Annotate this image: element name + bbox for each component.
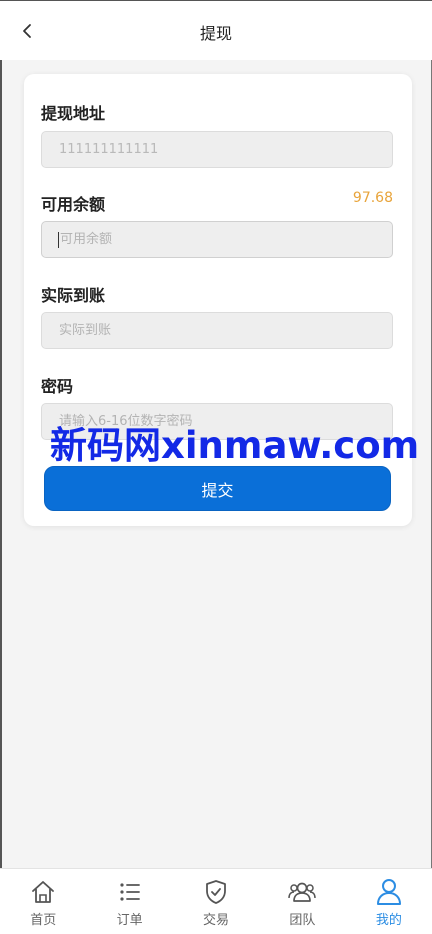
tab-mine[interactable]: 我的 <box>346 869 432 934</box>
available-placeholder: 可用余额 <box>60 232 113 247</box>
tab-home[interactable]: 首页 <box>0 869 86 934</box>
tab-team-label: 团队 <box>289 913 316 928</box>
shield-check-icon <box>206 880 226 904</box>
actual-field[interactable]: 实际到账 <box>41 312 393 349</box>
page-title: 提现 <box>199 24 232 43</box>
tab-team[interactable]: 团队 <box>259 869 345 934</box>
available-balance: 97.68 <box>352 190 393 206</box>
tab-mine-label: 我的 <box>375 913 402 928</box>
tab-orders-label: 订单 <box>116 913 143 928</box>
available-label: 可用余额 <box>41 195 106 214</box>
tab-trade[interactable]: 交易 <box>173 869 259 934</box>
watermark: 新码网xinmaw.com <box>50 424 420 467</box>
team-icon <box>288 882 317 902</box>
tab-orders[interactable]: 订单 <box>86 869 172 934</box>
list-icon <box>120 883 140 901</box>
bottom-tabbar: 首页 订单 交易 团队 我的 <box>0 868 432 934</box>
address-label: 提现地址 <box>41 104 106 123</box>
actual-label: 实际到账 <box>41 286 106 305</box>
address-field[interactable]: 111111111111 <box>41 131 393 168</box>
tab-home-label: 首页 <box>30 913 57 928</box>
submit-button[interactable]: 提交 <box>44 466 391 511</box>
tab-trade-label: 交易 <box>203 913 230 928</box>
available-field[interactable]: 可用余额 <box>41 221 393 258</box>
header-bar: 提现 <box>0 0 432 60</box>
home-icon <box>32 881 55 903</box>
user-icon <box>376 879 401 905</box>
password-label: 密码 <box>41 377 74 396</box>
text-cursor <box>58 231 59 248</box>
